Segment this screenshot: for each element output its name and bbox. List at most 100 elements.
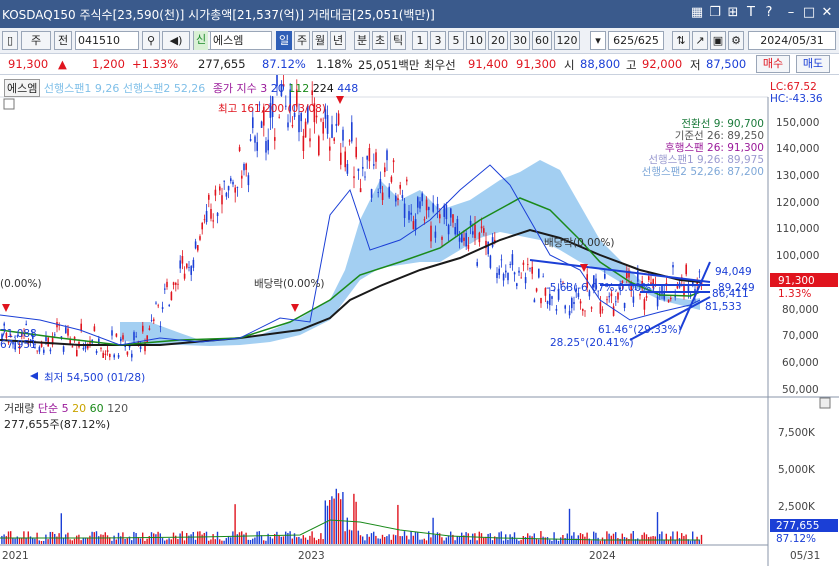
buy-button[interactable]: 매수 [756,55,790,73]
disk-icon[interactable]: ▣ [710,31,726,50]
period-year[interactable]: 년 [330,31,346,50]
candle-body [333,138,335,141]
count-field[interactable]: 625/625 [608,31,664,50]
candle-body [177,283,179,285]
current-price-axis: 91,300 [778,275,815,287]
volume-bar [359,535,362,544]
period-day[interactable]: 일 [276,31,292,50]
candle-body [359,188,362,193]
chart-icon[interactable]: ▦ [690,5,704,21]
minute-30[interactable]: 30 [510,31,530,50]
speaker-icon[interactable]: ◀) [162,31,190,50]
low-price: 87,500 [706,57,747,71]
volume-bar [131,540,133,544]
volume-bar [192,531,194,544]
volume-bar [520,539,522,544]
candle-body [331,124,333,138]
volume-bar [430,537,432,544]
volume-label: 거래량 [4,402,35,415]
volume-bar [676,531,678,544]
stock-name-field[interactable]: 에스엠 [210,31,272,50]
minute-60[interactable]: 60 [532,31,552,50]
candle-body [483,228,485,233]
volume-bar [18,537,21,544]
layout-icon[interactable]: ▯ [2,31,18,50]
minute-120[interactable]: 120 [554,31,580,50]
legend-stock-name[interactable]: 에스엠 [4,79,41,97]
period-second[interactable]: 초 [372,31,388,50]
volume-bar [221,540,223,544]
candle-body [531,266,533,274]
text-icon[interactable]: T [744,5,758,21]
ichimoku-cloud [120,160,700,346]
volume-bar [199,531,201,544]
candle-body [265,141,267,153]
volume-bar [45,534,47,544]
x-tick: 2023 [298,550,325,562]
period-tick[interactable]: 틱 [390,31,406,50]
volume-bar [531,536,533,544]
angle-label-2: 28.25°(20.41%) [550,337,634,349]
candle-body [80,323,82,331]
open-label: 시 [564,58,575,72]
draw-icon[interactable]: ↗ [692,31,708,50]
copy-icon[interactable]: ❐ [708,5,722,21]
minute-10[interactable]: 10 [466,31,486,50]
candle-body [392,160,395,163]
pane-settings-icon[interactable] [3,98,15,110]
minute-1[interactable]: 1 [412,31,428,50]
volume-bar [212,534,214,544]
volume-bar [335,488,337,544]
maximize-icon[interactable]: □ [802,5,816,21]
volume-bar [612,533,615,544]
mode-select[interactable]: 주 [21,31,51,50]
volume-bar [111,540,113,544]
date-field[interactable]: 2024/05/31 [748,31,836,50]
minimize-icon[interactable]: – [784,5,798,21]
volume-bar [535,538,538,544]
volume-bar [329,499,331,544]
candle-body [672,265,674,268]
volume-bar [370,533,373,544]
minute-5[interactable]: 5 [448,31,464,50]
volume-bar [269,536,271,544]
volume-tick: 5,000K [778,464,816,476]
volume-value: 277,655 [198,57,246,71]
volume-bar [379,538,381,544]
volume-bar [474,533,476,544]
volume-bar [656,512,659,544]
price-line: 91,300 ▲ 1,200 +1.33% 277,655 87.12% 1.1… [0,54,839,75]
volume-bar [386,536,388,544]
pane-close-icon[interactable] [819,397,831,409]
candle-body [399,184,401,189]
minute-20[interactable]: 20 [488,31,508,50]
price-chart[interactable]: 150,000 140,000 130,000 120,000 110,000 … [0,75,839,566]
sell-button[interactable]: 매도 [796,55,830,73]
search-icon[interactable]: ⚲ [142,31,160,50]
count-dropdown-icon[interactable]: ▾ [590,31,606,50]
volume-bar [307,539,309,544]
minute-3[interactable]: 3 [430,31,446,50]
indicator-icon[interactable]: ⇅ [672,31,690,50]
period-minute[interactable]: 분 [354,31,370,50]
close-icon[interactable]: ✕ [820,5,834,21]
volume-bar [472,533,474,544]
help-icon[interactable]: ? [762,5,776,21]
candle-body [25,323,27,326]
candle-body [337,113,340,125]
period-week[interactable]: 주 [294,31,310,50]
prev-button[interactable]: 전 [54,31,72,50]
candle-body [491,237,494,247]
volume-bar [689,540,692,544]
code-input[interactable]: 041510 [75,31,139,50]
volume-legend: 거래량 단순 5 20 60 120 277,655주(87.12%) [4,400,128,432]
price-tick: 140,000 [776,143,819,155]
bookmark-icon[interactable]: ⊞ [726,5,740,21]
volume-tick: 2,500K [778,501,816,513]
volume-bar [73,538,76,544]
candle-body [351,122,353,142]
volume-bar [172,532,175,544]
period-month[interactable]: 월 [312,31,328,50]
settings-icon[interactable]: ⚙ [728,31,744,50]
volume-bar [573,532,575,544]
